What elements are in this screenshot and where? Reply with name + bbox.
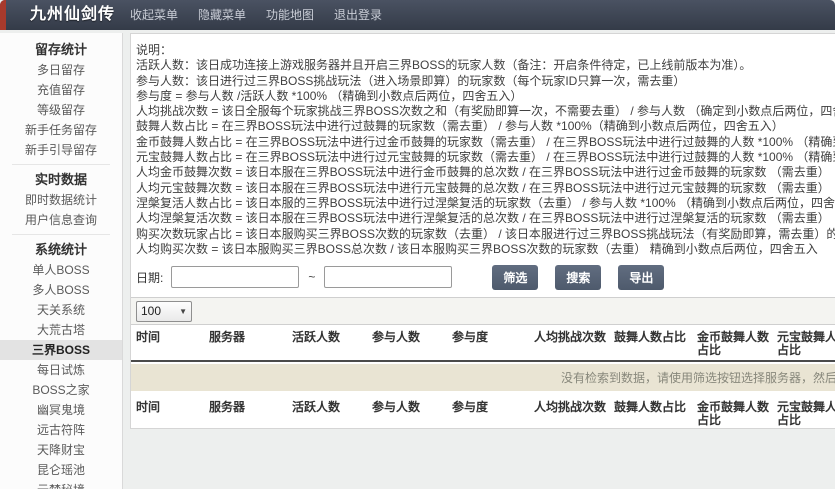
brand-accent-bar [0, 0, 6, 30]
app-header: 九州仙剑传 收起菜单隐藏菜单功能地图退出登录 [0, 0, 835, 30]
note-line: 人均涅槃复活次数 = 该日本服在三界BOSS玩法中进行涅槃复活的总次数 / 在三… [136, 211, 835, 226]
date-from-input[interactable] [171, 266, 299, 288]
sidebar-item[interactable]: 单人BOSS [0, 260, 122, 280]
note-line: 元宝鼓舞人数占比 = 在三界BOSS玩法中进行过元宝鼓舞的玩家数（需去重） / … [136, 150, 835, 165]
sidebar-item[interactable]: 新手引导留存 [0, 140, 122, 160]
sidebar-divider [12, 234, 110, 235]
sidebar-nav: 留存统计多日留存充值留存等级留存新手任务留存新手引导留存实时数据即时数据统计用户… [0, 33, 123, 489]
note-line: 参与人数：该日进行过三界BOSS挑战玩法（进入场景即算）的玩家数（每个玩家ID只… [136, 74, 835, 89]
page-size-value: 100 [141, 304, 161, 318]
sidebar-item-active[interactable]: 三界BOSS [0, 340, 122, 360]
note-line: 人均金币鼓舞次数 = 该日本服在三界BOSS玩法中进行金币鼓舞的总次数 / 在三… [136, 165, 835, 180]
empty-state-message: 没有检索到数据，请使用筛选按钮选择服务器，然后使用搜索按钮进行搜索 [131, 369, 835, 386]
sidebar-item[interactable]: 幽冥鬼境 [0, 400, 122, 420]
sidebar-item[interactable]: 昆仑瑶池 [0, 460, 122, 480]
sidebar-item[interactable]: 即时数据统计 [0, 190, 122, 210]
sidebar-item[interactable]: 大荒古塔 [0, 320, 122, 340]
hide-menu-button[interactable]: 隐藏菜单 [198, 0, 246, 30]
sidebar-item[interactable]: 等级留存 [0, 100, 122, 120]
sidebar-item[interactable]: 天关系统 [0, 300, 122, 320]
collapse-menu-button[interactable]: 收起菜单 [130, 0, 178, 30]
column-header: 金币鼓舞人数占比 [692, 399, 772, 427]
logout-button[interactable]: 退出登录 [334, 0, 382, 30]
sidebar-item[interactable]: BOSS之家 [0, 380, 122, 400]
note-line: 鼓舞人数占比 = 在三界BOSS玩法中进行过鼓舞的玩家数（需去重） / 参与人数… [136, 119, 835, 134]
sidebar-section-title: 系统统计 [0, 239, 122, 260]
empty-state-row: 没有检索到数据，请使用筛选按钮选择服务器，然后使用搜索按钮进行搜索 [131, 364, 835, 391]
column-header: 鼓舞人数占比 [609, 399, 692, 414]
column-header: 元宝鼓舞人数占比 [772, 329, 835, 357]
filter-buttons: 筛选搜索导出 [492, 265, 664, 290]
column-header: 时间 [131, 399, 204, 414]
note-line: 金币鼓舞人数占比 = 在三界BOSS玩法中进行过金币鼓舞的玩家数（需去重） / … [136, 135, 835, 150]
sidebar-item[interactable]: 每日试炼 [0, 360, 122, 380]
note-line: 人均挑战次数 = 该日全服每个玩家挑战三界BOSS次数之和（有奖励即算一次，不需… [136, 104, 835, 119]
sidebar-item[interactable]: 远古符阵 [0, 420, 122, 440]
notes-title: 说明： [136, 43, 835, 58]
main-panel: 说明： 活跃人数：该日成功连接上游戏服务器并且开启三界BOSS的玩家人数（备注：… [130, 33, 835, 429]
column-header: 参与度 [447, 399, 529, 414]
sidebar-item[interactable]: 用户信息查询 [0, 210, 122, 230]
note-line: 购买次数玩家占比 = 该日本服购买三界BOSS次数的玩家数（去重） / 该日本服… [136, 227, 835, 242]
column-header: 参与人数 [367, 329, 447, 344]
data-grid: 时间服务器活跃人数参与人数参与度人均挑战次数鼓舞人数占比金币鼓舞人数占比元宝鼓舞… [131, 325, 835, 429]
sidebar-section-title: 留存统计 [0, 39, 122, 60]
sidebar-section-title: 实时数据 [0, 169, 122, 190]
filter-button[interactable]: 筛选 [492, 265, 538, 290]
column-header: 参与人数 [367, 399, 447, 414]
note-line: 人均元宝鼓舞次数 = 该日本服在三界BOSS玩法中进行元宝鼓舞的总次数 / 在三… [136, 181, 835, 196]
export-button[interactable]: 导出 [618, 265, 664, 290]
column-header: 参与度 [447, 329, 529, 344]
top-menu: 收起菜单隐藏菜单功能地图退出登录 [130, 0, 382, 30]
column-header: 活跃人数 [287, 399, 367, 414]
date-label: 日期: [136, 269, 163, 286]
note-line: 人均购买次数 = 该日本服购买三界BOSS总次数 / 该日本服购买三界BOSS次… [136, 242, 835, 257]
column-header: 活跃人数 [287, 329, 367, 344]
search-button[interactable]: 搜索 [555, 265, 601, 290]
column-header: 时间 [131, 329, 204, 344]
sidebar-item[interactable]: 多日留存 [0, 60, 122, 80]
sidebar-item[interactable]: 云梦秘境 [0, 480, 122, 489]
app-logo: 九州仙剑传 [30, 0, 115, 30]
column-header: 人均挑战次数 [529, 329, 609, 344]
sidebar-item[interactable]: 新手任务留存 [0, 120, 122, 140]
grid-toolbar: 100 ▼ [131, 297, 835, 325]
grid-header-row: 时间服务器活跃人数参与人数参与度人均挑战次数鼓舞人数占比金币鼓舞人数占比元宝鼓舞… [131, 395, 835, 429]
column-header: 鼓舞人数占比 [609, 329, 692, 344]
note-line: 涅槃复活人数占比 = 该日本服的三界BOSS玩法中进行过涅槃复活的玩家数（去重）… [136, 196, 835, 211]
sidebar-item[interactable]: 充值留存 [0, 80, 122, 100]
column-header: 服务器 [204, 329, 287, 344]
column-header: 人均挑战次数 [529, 399, 609, 414]
sidebar-item[interactable]: 多人BOSS [0, 280, 122, 300]
date-range-separator: ~ [308, 270, 315, 284]
column-header: 元宝鼓舞人数占比 [772, 399, 835, 427]
note-line: 活跃人数：该日成功连接上游戏服务器并且开启三界BOSS的玩家人数（备注：开启条件… [136, 58, 835, 73]
notes-block: 说明： 活跃人数：该日成功连接上游戏服务器并且开启三界BOSS的玩家人数（备注：… [131, 34, 835, 257]
column-header: 服务器 [204, 399, 287, 414]
date-filter-row: 日期: ~ 筛选搜索导出 [136, 265, 835, 289]
column-header: 金币鼓舞人数占比 [692, 329, 772, 357]
dropdown-arrow-icon: ▼ [179, 307, 187, 316]
page-size-select[interactable]: 100 ▼ [136, 301, 192, 322]
grid-header-row: 时间服务器活跃人数参与人数参与度人均挑战次数鼓舞人数占比金币鼓舞人数占比元宝鼓舞… [131, 325, 835, 362]
note-line: 参与度 = 参与人数 /活跃人数 *100% （精确到小数点后两位，四舍五入） [136, 89, 835, 104]
feature-map-button[interactable]: 功能地图 [266, 0, 314, 30]
date-to-input[interactable] [324, 266, 452, 288]
sidebar-item[interactable]: 天降财宝 [0, 440, 122, 460]
sidebar-divider [12, 164, 110, 165]
